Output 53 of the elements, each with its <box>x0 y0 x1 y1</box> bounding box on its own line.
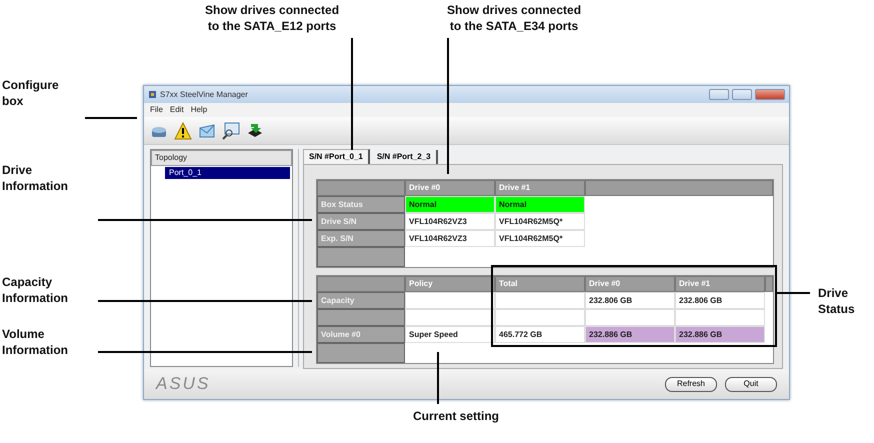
window-search-icon[interactable] <box>222 122 240 140</box>
close-button[interactable] <box>755 89 785 100</box>
menu-item[interactable]: Edit <box>170 104 184 116</box>
window-title: S7xx SteelVine Manager <box>160 88 248 100</box>
minimize-button[interactable] <box>709 89 729 100</box>
table-cell: VFL104R62M5Q* <box>495 230 585 247</box>
callout-label: Show drives connected to the SATA_E12 ports <box>205 2 340 34</box>
table-cell: VFL104R62VZ3 <box>405 230 495 247</box>
column-header: Drive #0 <box>585 276 675 292</box>
app-icon[interactable] <box>148 90 157 99</box>
row-header: Volume #0 <box>317 326 405 343</box>
table-cell: 232.886 GB <box>675 326 765 343</box>
row-header: Box Status <box>317 196 405 213</box>
callout-label: Drive Information <box>2 162 68 194</box>
column-header: Policy <box>405 276 495 292</box>
column-header <box>765 276 773 292</box>
row-header: Capacity <box>317 292 405 309</box>
menu-item[interactable]: Help <box>190 104 208 116</box>
dialog-button[interactable]: Refresh <box>665 376 717 392</box>
warning-icon[interactable] <box>174 122 192 140</box>
table-cell: VFL104R62M5Q* <box>495 213 585 230</box>
leader-line <box>85 117 137 119</box>
table-cell: Normal <box>405 196 495 213</box>
callout-label: Show drives connected to the SATA_E34 ports <box>447 2 582 34</box>
table-cell: 232.886 GB <box>585 326 675 343</box>
column-header: Drive #1 <box>495 180 585 196</box>
row-header: Exp. S/N <box>317 230 405 247</box>
topology-header: Topology <box>151 150 292 166</box>
callout-label: Configure box <box>2 77 59 109</box>
tab[interactable]: S/N #Port_0_1 <box>303 149 370 164</box>
menu-item[interactable]: File <box>150 104 163 116</box>
table-cell: 232.806 GB <box>585 292 675 309</box>
table-cell: Super Speed <box>405 326 495 343</box>
callout-label: Drive Status <box>818 285 855 317</box>
envelope-icon[interactable] <box>198 122 216 140</box>
callout-label: Current setting <box>413 408 500 424</box>
logo: ASUS <box>156 373 210 396</box>
maximize-button[interactable] <box>732 89 752 100</box>
callout-label: Capacity Information <box>2 274 68 306</box>
tree-item[interactable]: Port_0_1 <box>165 167 290 179</box>
column-header: Drive #0 <box>405 180 495 196</box>
table-cell: Normal <box>495 196 585 213</box>
callout-label: Volume Information <box>2 326 68 358</box>
column-header: Drive #1 <box>675 276 765 292</box>
table-cell: 232.806 GB <box>675 292 765 309</box>
table-cell: VFL104R62VZ3 <box>405 213 495 230</box>
dialog-button[interactable]: Quit <box>725 376 777 392</box>
leader-line <box>437 352 439 404</box>
arrow-icon[interactable] <box>246 122 264 140</box>
table-cell: 465.772 GB <box>495 326 585 343</box>
leader-line <box>776 292 810 294</box>
column-header: Total <box>495 276 585 292</box>
row-header: Drive S/N <box>317 213 405 230</box>
